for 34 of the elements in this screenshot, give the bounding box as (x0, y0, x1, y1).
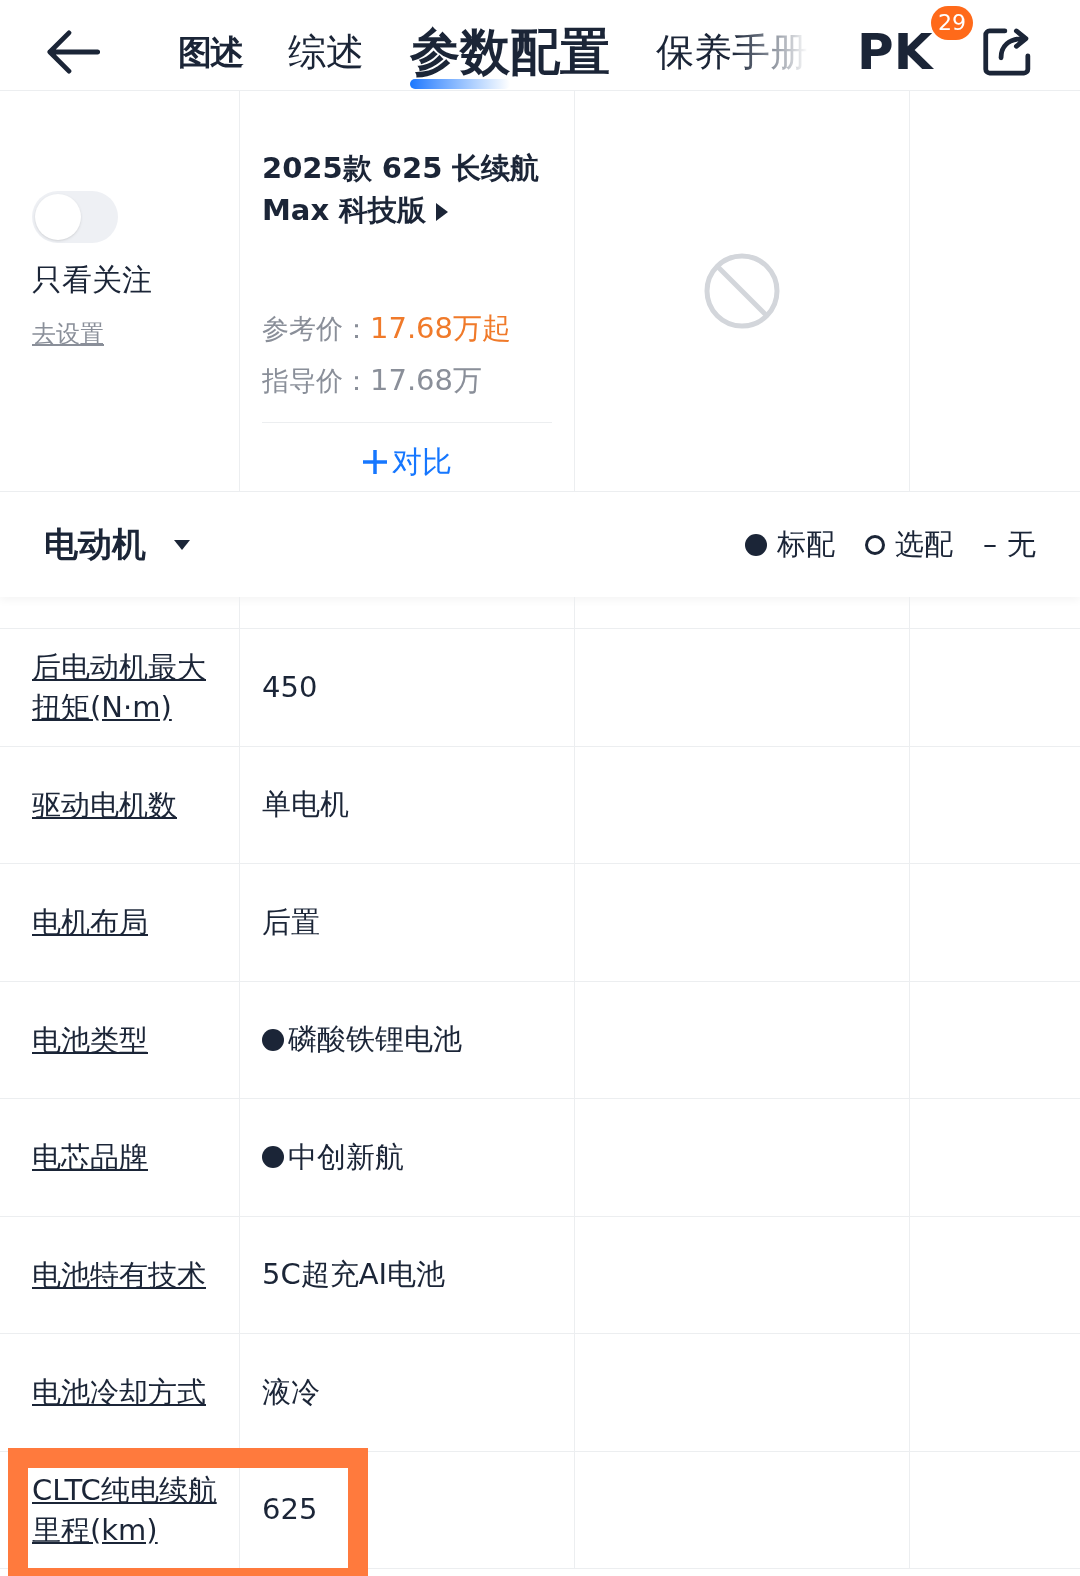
nav-tab[interactable]: 综述 (287, 33, 364, 71)
parameter-value: 625 (262, 1491, 318, 1528)
price-label: 参考价： (262, 312, 370, 346)
parameter-name[interactable]: 电池冷却方式 (32, 1372, 206, 1413)
parameter-value: 5C超充AI电池 (262, 1256, 446, 1293)
parameter-name[interactable]: 后电动机最大扭矩(N·m) (32, 647, 233, 728)
price-label: 指导价： (262, 363, 370, 398)
parameter-name[interactable]: 驱动电机数 (32, 784, 177, 825)
legend-label: 选配 (895, 525, 953, 563)
count-badge: 29 (931, 6, 974, 40)
compare-button[interactable]: 对比 (362, 439, 452, 484)
legend-label: 无 (1007, 525, 1036, 563)
parameter-name[interactable]: CLTC纯电续航里程(km) (32, 1469, 233, 1550)
parameter-name[interactable]: 电池类型 (32, 1019, 148, 1060)
nav-tab[interactable]: 参数配置 (409, 27, 610, 77)
parameter-name[interactable]: 电机布局 (32, 902, 148, 943)
parameter-value: 中创新航 (288, 1138, 404, 1176)
nav-tab[interactable]: 保养手册 (655, 33, 808, 71)
nav-tab[interactable]: 图述 (177, 35, 242, 69)
legend-label: 标配 (777, 525, 835, 563)
parameter-name[interactable]: 电芯品牌 (32, 1137, 148, 1178)
parameter-value: 液冷 (262, 1373, 320, 1411)
parameter-value: 后置 (262, 903, 320, 941)
parameter-name[interactable]: 电池特有技术 (32, 1254, 206, 1295)
guide-price: 17.68万 (370, 361, 483, 399)
section-title[interactable]: 电动机 (44, 519, 146, 570)
parameter-value: 450 (262, 668, 318, 706)
car-model-name[interactable]: 2025款 625 长续航 Max 科技版 (262, 147, 552, 307)
parameter-value: 磷酸铁锂电池 (288, 1021, 462, 1058)
filter-label: 只看关注 (32, 261, 152, 299)
pk-button[interactable]: PK (857, 32, 933, 72)
dash-symbol: – (983, 526, 997, 563)
parameter-value: 单电机 (262, 786, 349, 823)
reference-price: 17.68万起 (370, 310, 512, 347)
